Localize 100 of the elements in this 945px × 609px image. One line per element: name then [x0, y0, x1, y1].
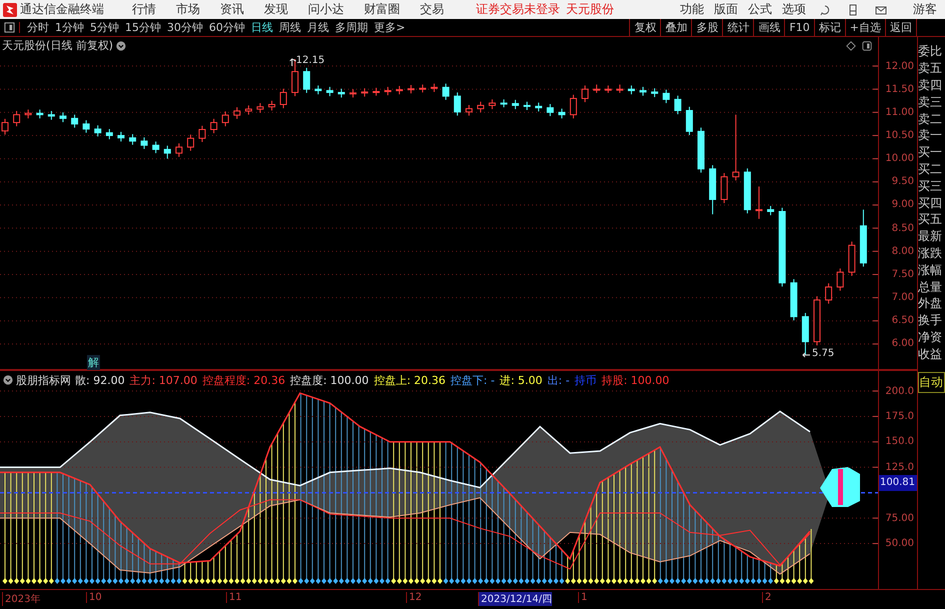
period-tab[interactable]: 60分钟	[209, 20, 245, 36]
sidebar-item[interactable]: 最新	[918, 228, 945, 246]
date-axis-label: 2023年	[2, 592, 40, 606]
candlestick	[582, 85, 588, 104]
date-axis-label: 2	[762, 592, 772, 604]
price-axis-label: 7.50	[892, 268, 914, 282]
phone-icon[interactable]	[847, 4, 859, 16]
candlestick	[222, 111, 229, 128]
menu-item[interactable]: 资讯	[220, 1, 244, 18]
candlestick	[280, 88, 287, 110]
candlestick	[442, 84, 450, 101]
indicator-value: 控盘下: -	[450, 372, 495, 388]
menu-item[interactable]: 交易	[420, 1, 444, 18]
candlestick	[13, 110, 20, 128]
low-price-label: 5.75	[812, 348, 834, 360]
period-tab[interactable]: 多周期	[335, 20, 368, 36]
candlestick	[686, 106, 693, 136]
sidebar-item[interactable]: 买二	[918, 161, 945, 178]
menu-item[interactable]: 功能	[680, 1, 704, 18]
menu-item[interactable]: 市场	[176, 1, 200, 18]
mail-icon[interactable]	[875, 4, 887, 16]
period-tab[interactable]: 分时	[27, 20, 49, 36]
candlestick	[210, 118, 218, 134]
indicator-axis-label: 50.00	[885, 537, 914, 552]
indicator-name[interactable]: 股朋指标网	[16, 372, 71, 388]
period-tab[interactable]: 1分钟	[55, 20, 84, 36]
candlestick	[152, 142, 160, 154]
price-axis-label: 10.00	[885, 152, 914, 166]
sidebar-item[interactable]: 涨幅	[918, 262, 945, 279]
sidebar-item[interactable]: 净资	[918, 329, 945, 346]
sidebar-item[interactable]: 卖二	[918, 110, 945, 128]
sidebar-item[interactable]: 卖五	[918, 60, 945, 78]
period-tab[interactable]: 15分钟	[125, 20, 161, 36]
diamond-icon[interactable]	[846, 40, 856, 51]
candlestick	[488, 99, 496, 110]
indicator-value: 控盘上: 20.36	[374, 372, 446, 388]
logo-icon	[3, 2, 17, 17]
sidebar-item[interactable]: 换手	[918, 312, 945, 330]
panel-toggle-icon[interactable]	[862, 40, 872, 51]
period-tab[interactable]: 30分钟	[167, 20, 203, 36]
indicator-value: 主力: 107.00	[130, 372, 198, 388]
price-axis-label: 11.00	[885, 106, 914, 120]
menu-item[interactable]: 问小达	[308, 1, 344, 18]
candlestick	[129, 134, 136, 146]
candlestick	[176, 143, 182, 158]
candlestick	[477, 102, 484, 114]
period-tab[interactable]: 更多>	[374, 20, 406, 36]
menu-item[interactable]: 财富圈	[364, 1, 400, 18]
sidebar-item[interactable]: 外盘	[918, 295, 945, 312]
sidebar-item[interactable]: 卖三	[918, 94, 945, 111]
chevron-down-icon[interactable]	[3, 375, 13, 386]
sidebar-item[interactable]: 买三	[918, 178, 945, 195]
sidebar-item[interactable]: 买五	[918, 211, 945, 228]
candlestick	[836, 268, 844, 292]
period-tab[interactable]: 周线	[279, 20, 301, 36]
indicator-axis-label: 200.0	[885, 384, 914, 399]
chevron-down-icon[interactable]	[116, 40, 126, 51]
candlestick	[558, 108, 566, 120]
candlestick	[326, 86, 334, 98]
sidebar-item[interactable]: 卖一	[918, 127, 945, 144]
candlestick	[732, 114, 740, 182]
period-tab[interactable]: 日线	[251, 20, 273, 36]
menu-item[interactable]: 发现	[264, 1, 288, 18]
menu-item[interactable]: 版面	[714, 1, 738, 18]
price-axis-label: 6.50	[892, 314, 914, 328]
sidebar-item[interactable]: 卖四	[918, 77, 945, 94]
candlestick	[454, 92, 461, 117]
price-axis-label: 12.00	[885, 60, 914, 74]
candlestick	[570, 94, 577, 120]
indicator-axis-label: 175.0	[885, 410, 914, 424]
candlestick	[512, 100, 519, 110]
period-tab[interactable]: 5分钟	[90, 20, 119, 36]
price-axis-label: 9.00	[892, 198, 914, 212]
candlestick	[94, 125, 102, 138]
sidebar-item[interactable]: 总量	[918, 278, 945, 296]
candlestick	[292, 59, 298, 98]
sidebar-item[interactable]: 委比	[918, 43, 945, 60]
panel-toggle-icon[interactable]	[4, 22, 20, 34]
user-label[interactable]: 游客	[913, 1, 937, 18]
price-axis-label: 6.00	[892, 337, 914, 352]
leader-line	[290, 58, 296, 67]
candlestick	[71, 114, 78, 129]
sidebar-item[interactable]: 收益	[918, 346, 945, 363]
indicator-value: 控盘度: 100.00	[290, 372, 369, 388]
indicator-axis-label: 125.0	[885, 460, 914, 475]
sidebar-item[interactable]: 买一	[918, 144, 945, 162]
candlestick	[546, 104, 554, 118]
candlestick	[268, 100, 276, 112]
candlestick	[245, 105, 252, 116]
sidebar-item[interactable]: 涨跌	[918, 245, 945, 262]
candlestick	[466, 104, 472, 117]
candlestick	[140, 137, 148, 150]
candlestick	[256, 103, 264, 114]
menu-item[interactable]: 行情	[132, 1, 156, 18]
auto-mode-label[interactable]: 自动	[918, 372, 945, 394]
menu-item[interactable]: 选项	[782, 1, 806, 18]
menu-item[interactable]: 公式	[748, 1, 772, 18]
sidebar-item[interactable]: 买四	[918, 194, 945, 212]
period-tab[interactable]: 月线	[307, 20, 329, 36]
chart-title: 天元股份(日线 前复权)	[2, 38, 114, 54]
